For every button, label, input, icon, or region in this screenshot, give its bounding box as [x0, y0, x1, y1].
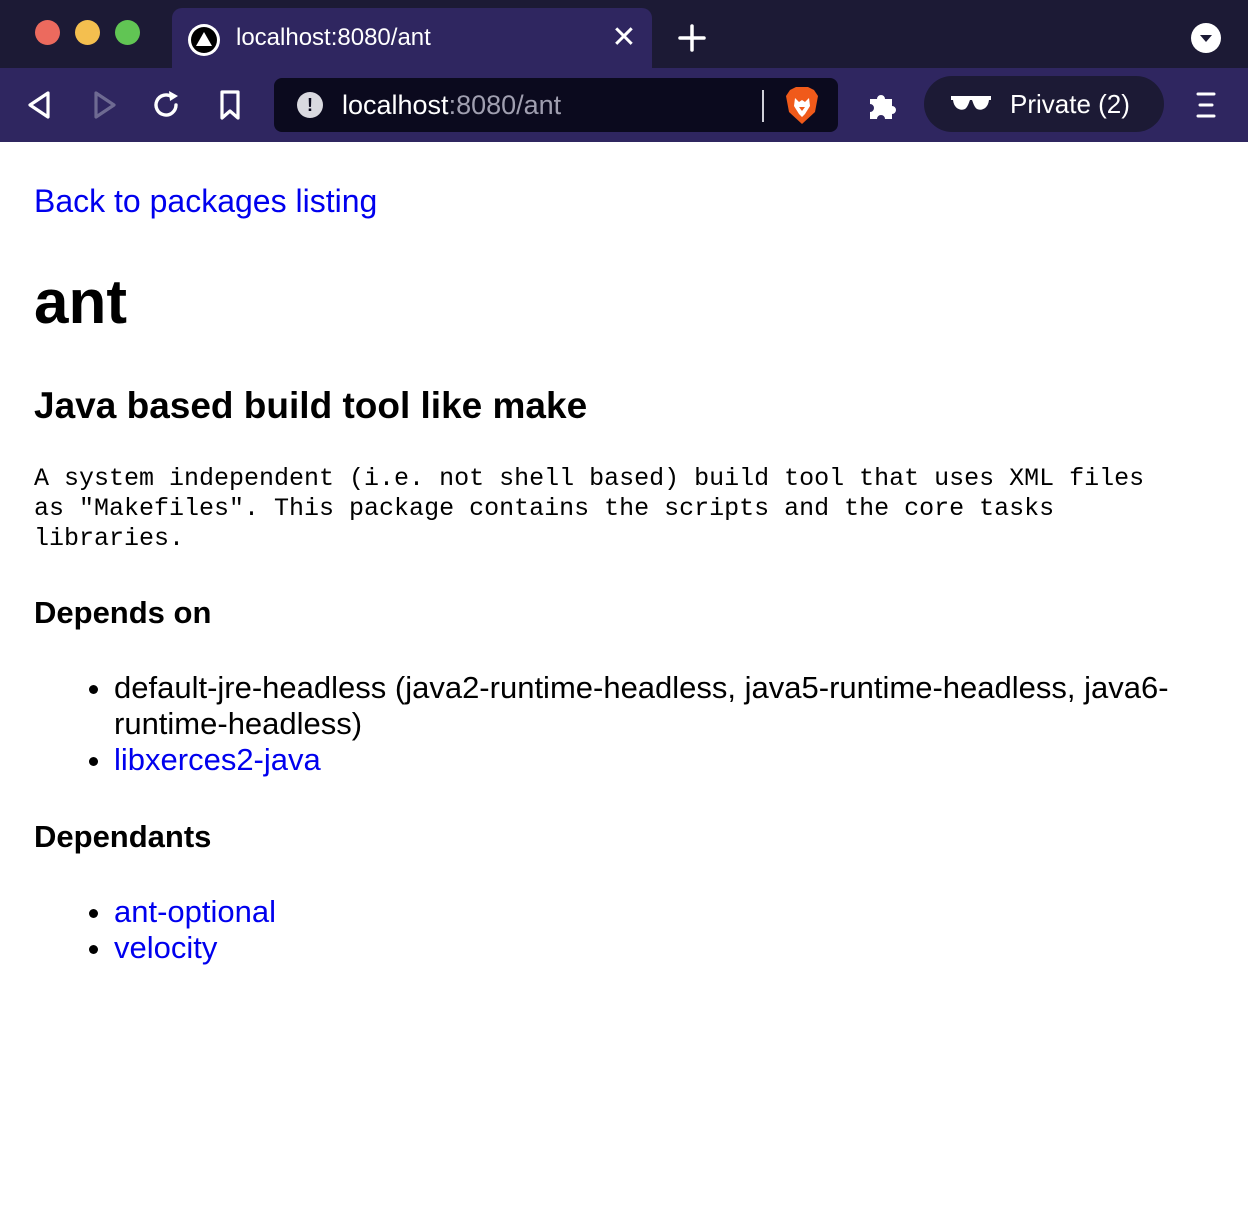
close-window-button[interactable]	[35, 20, 60, 45]
reload-icon[interactable]	[148, 87, 184, 123]
url-text[interactable]: localhost:8080/ant	[342, 89, 561, 121]
active-tab[interactable]: localhost:8080/ant ✕	[172, 8, 652, 68]
libxerces2-java-link[interactable]: libxerces2-java	[114, 742, 321, 777]
back-icon[interactable]	[22, 87, 58, 123]
ant-optional-link[interactable]: ant-optional	[114, 894, 276, 929]
dependants-list: ant-optional velocity	[34, 894, 1214, 966]
tab-close-icon[interactable]: ✕	[608, 22, 640, 54]
depends-list: default-jre-headless (java2-runtime-head…	[34, 670, 1214, 778]
dependants-heading: Dependants	[34, 819, 212, 854]
address-bar[interactable]: ! localhost:8080/ant	[274, 78, 838, 132]
velocity-link[interactable]: velocity	[114, 930, 217, 965]
hamburger-icon[interactable]	[1192, 88, 1220, 122]
minimize-window-button[interactable]	[75, 20, 100, 45]
bookmark-icon[interactable]	[212, 87, 248, 123]
depends-on-heading: Depends on	[34, 595, 212, 630]
info-icon[interactable]: !	[297, 92, 323, 118]
browser-toolbar: ! localhost:8080/ant Private (2)	[0, 68, 1248, 142]
new-tab-icon[interactable]	[674, 20, 710, 56]
package-summary-heading: Java based build tool like make	[34, 385, 588, 426]
zoom-window-button[interactable]	[115, 20, 140, 45]
back-to-listing-link[interactable]: Back to packages listing	[34, 182, 377, 220]
sunglasses-icon	[950, 92, 992, 121]
url-path: :8080/ant	[448, 90, 562, 120]
package-name-heading: ant	[34, 268, 127, 337]
favicon-icon	[188, 24, 220, 56]
depends-item-default-jre-headless: default-jre-headless (java2-runtime-head…	[114, 670, 1214, 742]
private-window-badge[interactable]: Private (2)	[924, 76, 1164, 132]
forward-icon[interactable]	[86, 87, 122, 123]
tab-list-chevron-icon[interactable]	[1191, 23, 1221, 53]
tab-strip: localhost:8080/ant ✕	[0, 0, 1248, 68]
brave-shield-icon[interactable]	[784, 86, 820, 126]
page-content: Back to packages listing ant Java based …	[0, 142, 1248, 966]
puzzle-icon[interactable]	[862, 85, 902, 125]
package-description: A system independent (i.e. not shell bas…	[34, 464, 1145, 553]
url-host: localhost	[342, 90, 449, 120]
depends-item-libxerces2-java: libxerces2-java	[114, 742, 1214, 778]
url-divider	[762, 90, 764, 122]
private-label: Private (2)	[1010, 89, 1130, 119]
dependant-item-velocity: velocity	[114, 930, 1214, 966]
dependant-item-ant-optional: ant-optional	[114, 894, 1214, 930]
tab-title: localhost:8080/ant	[236, 24, 431, 51]
